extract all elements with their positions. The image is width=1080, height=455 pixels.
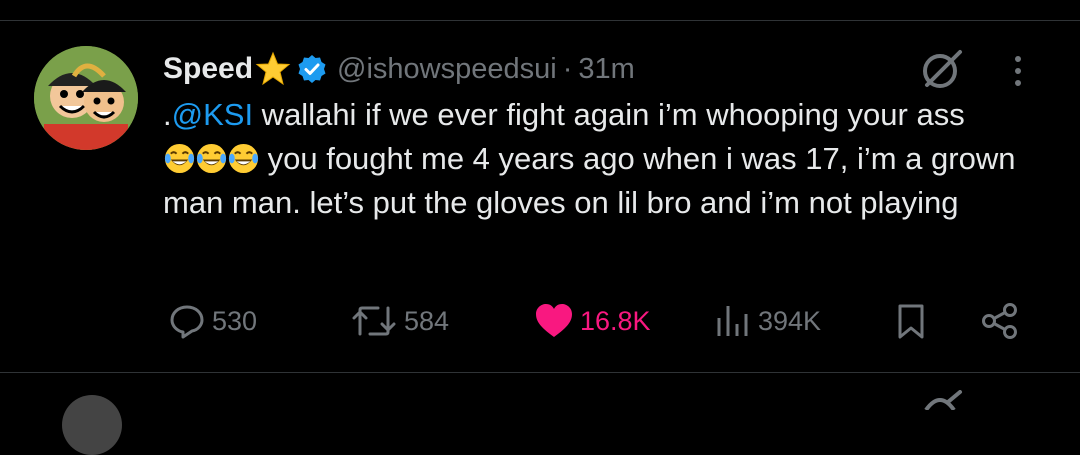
action-bar: 530 584 16.8K 394K [0,291,1080,351]
text-line1: wallahi if we ever fight again i’m whoop… [253,97,965,132]
star-icon [255,51,291,87]
bookmark-icon [898,304,924,339]
share-button[interactable] [980,301,1020,341]
separator-dot: · [562,52,573,85]
heart-icon [536,304,572,337]
views-count: 394K [758,305,822,336]
mention-link[interactable]: @KSI [172,97,253,132]
like-button[interactable]: 16.8K [534,301,651,341]
bottom-divider [0,372,1080,373]
verified-badge-icon[interactable] [297,54,327,84]
views-icon [717,306,748,336]
views-button[interactable]: 394K [714,301,821,341]
retweet-button[interactable]: 584 [350,301,449,341]
bookmark-button[interactable] [892,301,930,341]
timestamp[interactable]: 31m [578,53,634,86]
text-body: you fought me 4 years ago when i was 17,… [163,141,1016,220]
display-name[interactable]: Speed [163,52,253,86]
reply-count: 530 [212,305,258,336]
retweet-count: 584 [404,305,450,336]
tears-of-joy-emoji-icon [163,142,196,175]
text-prefix: . [163,97,172,132]
tears-of-joy-emoji-icon [195,142,228,175]
tweet-header: Speed @ishowspeedsui · 31m [163,47,635,91]
next-tweet-avatar[interactable] [62,395,122,455]
avatar[interactable] [34,46,138,150]
more-icon[interactable] [1010,51,1026,91]
handle[interactable]: @ishowspeedsui [337,53,557,86]
grok-icon[interactable] [918,46,966,94]
like-count: 16.8K [580,305,651,336]
tweet-text: .@KSI wallahi if we ever fight again i’m… [163,93,1043,225]
tweet-card[interactable]: Speed @ishowspeedsui · 31m .@KSI wallahi… [0,21,1080,372]
retweet-icon [352,306,396,336]
share-icon [982,303,1017,339]
next-tweet-grok-icon[interactable] [918,390,966,412]
tears-of-joy-emoji-icon [227,142,260,175]
reply-icon [170,305,204,339]
reply-button[interactable]: 530 [168,301,257,341]
